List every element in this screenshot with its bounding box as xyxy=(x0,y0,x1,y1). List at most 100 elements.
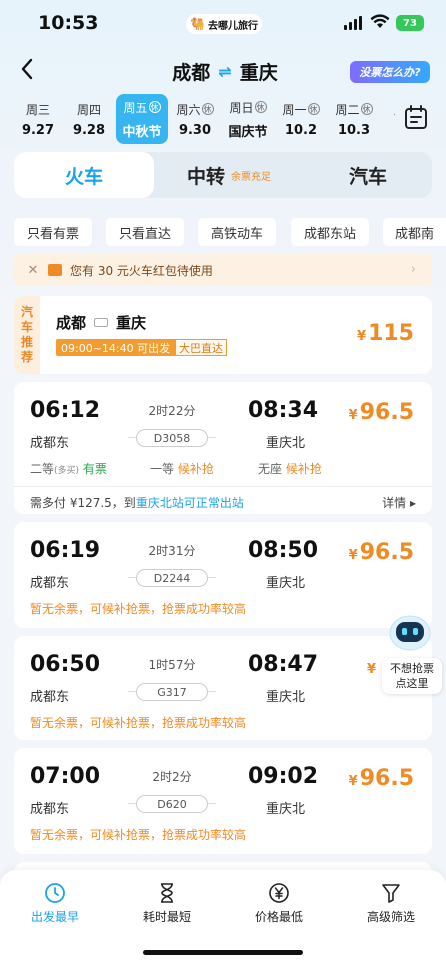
date-weekday-text: 周日 xyxy=(229,100,254,115)
date-weekday: 周六休 xyxy=(176,101,214,118)
seat-second-class: 二等(多买) 有票 xyxy=(30,460,107,477)
arrival-time: 08:34 xyxy=(248,398,319,423)
tab-transfer-label: 中转 xyxy=(186,165,225,188)
seat-note: (多买) xyxy=(54,466,80,476)
battery-icon: 73 xyxy=(396,15,424,31)
sort-label: 出发最早 xyxy=(30,910,79,924)
holiday-badge: 休 xyxy=(148,101,161,113)
bus-icon xyxy=(94,318,109,327)
sort-label: 耗时最短 xyxy=(142,910,191,924)
sort-label: 高级筛选 xyxy=(366,910,415,924)
price-value: 96.5 xyxy=(359,400,414,425)
tab-train[interactable]: 火车 xyxy=(14,152,154,198)
train-card[interactable]: 06:19 2时31分 08:50 成都东 D2244 重庆北 ¥96.5 暂无… xyxy=(14,522,432,628)
date-weekday: 周一休 xyxy=(282,101,320,118)
date-tab[interactable]: 周日休 国庆节 xyxy=(222,94,274,144)
tab-transfer[interactable]: 中转 余票充足 xyxy=(164,152,294,198)
date-weekday: 周 xyxy=(394,101,395,118)
details-link[interactable]: 详情 ▸ xyxy=(382,494,416,511)
sort-label: 价格最低 xyxy=(254,910,303,924)
departure-station: 成都东 xyxy=(30,690,70,705)
train-card[interactable]: 07:00 2时2分 09:02 成都东 D620 重庆北 ¥96.5 暂无余票… xyxy=(14,748,432,854)
tag-char: 推 xyxy=(20,335,33,349)
robot-assistant-icon[interactable] xyxy=(388,612,432,652)
no-ticket-help-button[interactable]: 没票怎么办? xyxy=(350,61,430,83)
train-card[interactable]: 06:50 1时57分 08:47 成都东 G317 重庆北 ¥ 暂无余票，可候… xyxy=(14,636,432,740)
robot-text-line: 点这里 xyxy=(395,677,429,690)
coupon-banner[interactable]: ✕ 您有 30 元火车红包待使用 › xyxy=(14,254,432,286)
filter-available-only[interactable]: 只看有票 xyxy=(14,218,92,246)
duration: 2时31分 xyxy=(148,544,196,558)
bus-recommendation-card[interactable]: 汽 车 推 荐 成都 重庆 09:00~14:40 可出发 大巴直达 ¥115 xyxy=(14,296,432,374)
holiday-badge: 休 xyxy=(307,103,320,115)
date-weekday: 周日休 xyxy=(229,99,267,116)
tag-char: 荐 xyxy=(20,350,33,364)
filter-icon xyxy=(382,884,400,903)
departure-time: 07:00 xyxy=(30,764,101,789)
route-title[interactable]: 成都 ⇌ 重庆 xyxy=(140,58,310,84)
status-bar: 10:53 🐫 去哪儿旅行 73 xyxy=(0,0,446,46)
extra-fare-link: 重庆北站可正常出站 xyxy=(135,496,244,510)
departure-station: 成都东 xyxy=(30,436,70,451)
transport-mode-tabs: 火车 中转 余票充足 汽车 xyxy=(14,152,432,198)
date-weekday-text: 周六 xyxy=(176,102,201,117)
arrival-station: 重庆北 xyxy=(266,690,306,705)
extra-fare-text: 需多付 ¥127.5，到 xyxy=(30,496,136,510)
date-tab[interactable]: 周一休 10.2 xyxy=(275,94,327,144)
extra-fare-note: 需多付 ¥127.5，到重庆北站可正常出站 xyxy=(30,494,244,511)
close-icon[interactable]: ✕ xyxy=(22,263,44,278)
train-number: G317 xyxy=(136,683,208,701)
coupon-icon xyxy=(48,264,62,276)
wifi-icon xyxy=(370,14,390,28)
filter-chengdu-east[interactable]: 成都东站 xyxy=(291,218,369,246)
duration: 1时57分 xyxy=(148,658,196,672)
date-weekday: 周四 xyxy=(76,102,101,117)
date-tab[interactable]: 周三 9.27 xyxy=(12,94,64,144)
date-tab[interactable]: 周二休 10.3 xyxy=(328,94,380,144)
train-card[interactable]: 06:12 2时22分 08:34 成都东 D3058 重庆北 ¥96.5 二等… xyxy=(14,382,432,514)
sort-lowest-price[interactable]: 价格最低 xyxy=(224,882,334,932)
holiday-badge: 休 xyxy=(360,103,373,115)
filter-chengdu-south[interactable]: 成都南 xyxy=(383,218,446,246)
seat-standing: 无座 候补抢 xyxy=(258,460,322,477)
camel-logo-icon: 🐫 xyxy=(190,17,205,31)
bus-time-range: 09:00~14:40 可出发 xyxy=(56,339,176,356)
seat-name: 一等 xyxy=(150,462,175,476)
currency: ¥ xyxy=(348,408,358,423)
seat-status: 候补抢 xyxy=(285,462,322,476)
swap-icon[interactable]: ⇌ xyxy=(218,62,231,81)
train-number: D3058 xyxy=(136,429,208,447)
date-tab[interactable]: 周四 9.28 xyxy=(63,94,115,144)
bus-price-value: 115 xyxy=(368,321,414,346)
train-price: ¥ xyxy=(367,654,378,679)
transfer-note: 余票充足 xyxy=(231,171,271,183)
date-tab[interactable]: 周 1 xyxy=(374,94,395,144)
seat-first-class: 一等 候补抢 xyxy=(150,460,214,477)
filter-high-speed[interactable]: 高铁动车 xyxy=(198,218,276,246)
date-day: 9.28 xyxy=(72,122,106,138)
holiday-badge: 休 xyxy=(201,103,214,115)
app-badge-label: 去哪儿旅行 xyxy=(207,20,258,32)
train-number: D620 xyxy=(136,795,208,813)
home-indicator[interactable] xyxy=(143,950,303,955)
clock: 10:53 xyxy=(38,12,99,34)
sort-shortest-duration[interactable]: 耗时最短 xyxy=(112,882,222,932)
sort-earliest-departure[interactable]: 出发最早 xyxy=(0,882,110,932)
date-day: 9.27 xyxy=(21,122,55,138)
hourglass-icon xyxy=(161,883,173,903)
date-tab-selected[interactable]: 周五休 中秋节 xyxy=(116,94,168,144)
advanced-filter[interactable]: 高级筛选 xyxy=(336,882,446,932)
robot-assistant-bubble[interactable]: 不想抢票 点这里 xyxy=(382,658,442,694)
date-tab[interactable]: 周六休 9.30 xyxy=(169,94,221,144)
back-arrow-icon[interactable] xyxy=(20,58,40,84)
filter-direct-only[interactable]: 只看直达 xyxy=(106,218,184,246)
bus-recommend-tag: 汽 车 推 荐 xyxy=(14,296,40,374)
departure-station: 成都东 xyxy=(30,576,70,591)
robot-text-line: 不想抢票 xyxy=(390,662,434,675)
tab-bus[interactable]: 汽车 xyxy=(304,152,432,198)
coupon-text: 您有 30 元火车红包待使用 xyxy=(70,263,213,278)
tab-train-label: 火车 xyxy=(64,165,103,188)
calendar-icon[interactable] xyxy=(404,104,428,130)
date-day: 10.3 xyxy=(337,122,371,138)
date-weekday: 周二休 xyxy=(335,101,373,118)
